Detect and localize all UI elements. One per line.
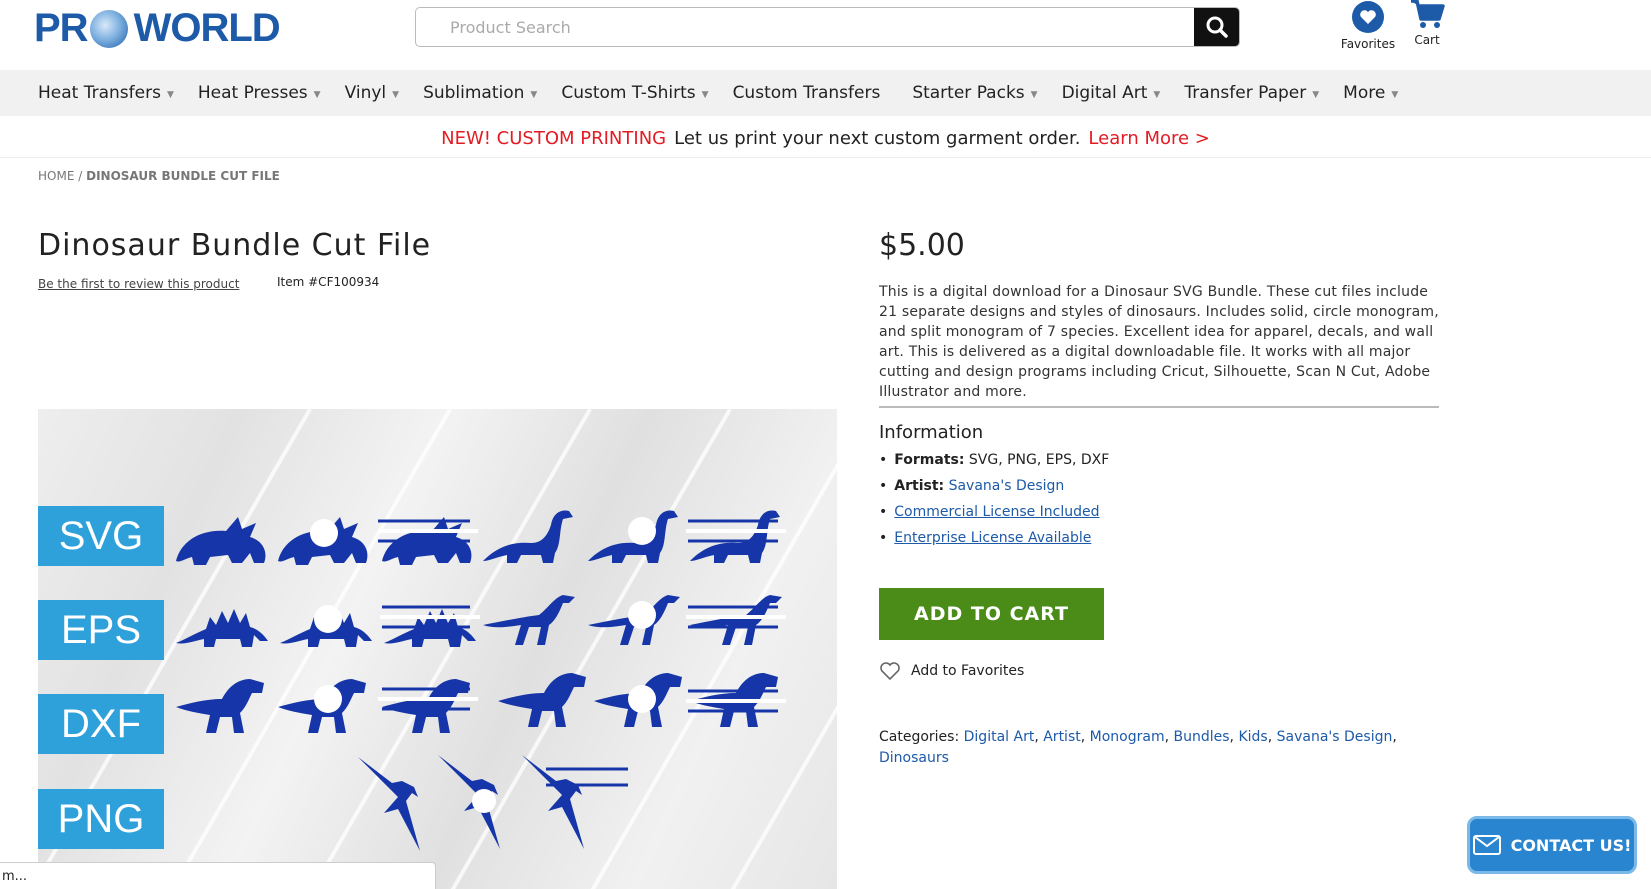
category-link[interactable]: Monogram — [1090, 729, 1165, 745]
breadcrumb: HOME / DINOSAUR BUNDLE CUT FILE — [38, 169, 280, 183]
info-commercial-license: Commercial License Included — [879, 503, 1109, 521]
favorites-label: Favorites — [1340, 37, 1396, 51]
product-title: Dinosaur Bundle Cut File — [38, 228, 432, 263]
chevron-down-icon: ▼ — [530, 89, 538, 100]
nav-label: Heat Presses — [197, 83, 308, 103]
item-number: Item #CF100934 — [277, 275, 380, 289]
formats-value: SVG, PNG, EPS, DXF — [968, 452, 1110, 468]
cart-icon — [1411, 0, 1445, 28]
category-link[interactable]: Kids — [1238, 729, 1267, 745]
chevron-down-icon: ▼ — [392, 89, 400, 100]
search-bar — [415, 7, 1240, 47]
add-to-favorites-button[interactable]: Add to Favorites — [879, 661, 1024, 681]
nav-item-transfer-paper[interactable]: Transfer Paper ▼ — [1184, 83, 1319, 103]
nav-item-digital-art[interactable]: Digital Art ▼ — [1062, 83, 1161, 103]
chevron-down-icon: ▼ — [1391, 89, 1399, 100]
nav-item-sublimation[interactable]: Sublimation ▼ — [423, 83, 537, 103]
nav-label: Vinyl — [344, 83, 387, 103]
category-link[interactable]: Artist — [1043, 729, 1081, 745]
main-nav: Heat Transfers ▼ Heat Presses ▼ Vinyl ▼ Sub… — [0, 70, 1651, 116]
category-link[interactable]: Digital Art — [964, 729, 1035, 745]
chevron-down-icon: ▼ — [313, 89, 321, 100]
nav-label: Custom Transfers — [732, 83, 881, 103]
search-icon — [1206, 16, 1228, 38]
information-list: Formats: SVG, PNG, EPS, DXF Artist: Sava… — [879, 451, 1109, 555]
nav-item-starter-packs[interactable]: Starter Packs ▼ — [912, 83, 1037, 103]
chevron-down-icon: ▼ — [1312, 89, 1320, 100]
envelope-icon — [1472, 835, 1501, 855]
product-price: $5.00 — [879, 228, 965, 263]
logo-text-right: WORLD — [133, 6, 281, 50]
product-description: This is a digital download for a Dinosau… — [879, 282, 1439, 408]
browser-status-bar: m... — [0, 862, 436, 889]
nav-label: Starter Packs — [912, 83, 1025, 103]
enterprise-license-link[interactable]: Enterprise License Available — [894, 530, 1091, 546]
learn-more-link[interactable]: Learn More > — [1088, 128, 1209, 149]
nav-item-more[interactable]: More ▼ — [1343, 83, 1398, 103]
nav-item-heat-presses[interactable]: Heat Presses ▼ — [198, 83, 321, 103]
promo-banner: NEW! CUSTOM PRINTING Let us print your ne… — [0, 116, 1651, 158]
category-link[interactable]: Dinosaurs — [879, 750, 949, 766]
breadcrumb-separator: / — [78, 169, 83, 183]
cart-link[interactable]: Cart — [1405, 0, 1449, 47]
promo-message: Let us print your next custom garment or… — [674, 128, 1081, 149]
search-input[interactable] — [416, 8, 1196, 46]
nav-label: Digital Art — [1061, 83, 1148, 103]
nav-label: More — [1343, 83, 1386, 103]
info-artist: Artist: Savana's Design — [879, 477, 1109, 495]
promo-highlight: NEW! CUSTOM PRINTING — [441, 128, 667, 149]
cart-label: Cart — [1414, 33, 1440, 47]
contact-us-button[interactable]: CONTACT US! — [1467, 816, 1637, 874]
contact-us-label: CONTACT US! — [1510, 835, 1632, 855]
info-enterprise-license: Enterprise License Available — [879, 529, 1109, 547]
formats-label: Formats: — [894, 452, 965, 468]
nav-item-vinyl[interactable]: Vinyl ▼ — [345, 83, 399, 103]
information-heading: Information — [879, 422, 984, 443]
add-to-cart-button[interactable]: ADD TO CART — [879, 588, 1104, 640]
globe-icon — [89, 9, 128, 48]
nav-label: Transfer Paper — [1184, 83, 1307, 103]
favorites-link[interactable]: Favorites — [1338, 0, 1398, 51]
nav-item-custom-t-shirts[interactable]: Custom T-Shirts ▼ — [561, 83, 708, 103]
artist-link[interactable]: Savana's Design — [949, 478, 1065, 494]
product-image[interactable]: SVG EPS DXF PNG — [38, 409, 837, 889]
breadcrumb-current: DINOSAUR BUNDLE CUT FILE — [86, 169, 280, 183]
search-button[interactable] — [1194, 8, 1239, 46]
chevron-down-icon: ▼ — [1030, 89, 1038, 100]
logo-text-left: PR — [34, 6, 89, 50]
add-to-favorites-label: Add to Favorites — [911, 663, 1025, 679]
info-formats: Formats: SVG, PNG, EPS, DXF — [879, 451, 1109, 469]
commercial-license-link[interactable]: Commercial License Included — [894, 504, 1099, 520]
nav-item-heat-transfers[interactable]: Heat Transfers ▼ — [38, 83, 174, 103]
review-link[interactable]: Be the first to review this product — [38, 277, 239, 291]
category-link[interactable]: Bundles — [1174, 729, 1230, 745]
categories: Categories: Digital Art, Artist, Monogra… — [879, 729, 1397, 766]
breadcrumb-home[interactable]: HOME — [38, 169, 74, 183]
nav-label: Heat Transfers — [38, 83, 161, 103]
categories-label: Categories: — [879, 729, 960, 745]
site-header: PR WORLD Favorites Cart — [0, 0, 1651, 70]
nav-label: Sublimation — [423, 83, 525, 103]
pro-world-logo[interactable]: PR WORLD — [34, 6, 281, 51]
heart-icon — [1352, 1, 1384, 33]
nav-label: Custom T-Shirts — [561, 83, 696, 103]
nav-item-custom-transfers[interactable]: Custom Transfers — [733, 83, 881, 103]
category-link[interactable]: Savana's Design — [1277, 729, 1393, 745]
artist-label: Artist: — [894, 478, 945, 494]
chevron-down-icon: ▼ — [701, 89, 709, 100]
heart-outline-icon — [880, 662, 900, 681]
dinosaur-silhouettes — [176, 510, 786, 851]
chevron-down-icon: ▼ — [1153, 89, 1161, 100]
chevron-down-icon: ▼ — [166, 89, 174, 100]
